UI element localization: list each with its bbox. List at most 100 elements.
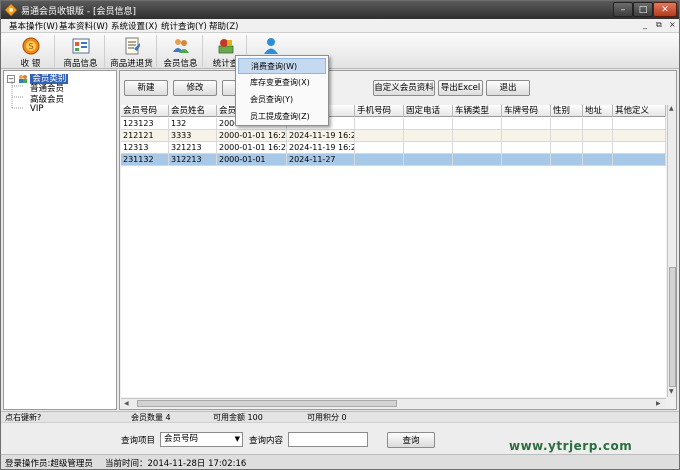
menu-consumption-query[interactable]: 消费查询(W) [238,58,326,74]
title-bar[interactable]: 易通会员收银版 - [会员信息] – □ ✕ [1,1,679,19]
website-watermark: www.ytrjerp.com [509,439,633,453]
cell-address [583,118,613,130]
cell-address [583,130,613,142]
menu-system-settings[interactable]: 系统设置(X) [111,20,157,32]
col-other[interactable]: 其他定义 [613,105,666,117]
menu-basic-data[interactable]: 基本资料(W) [59,20,108,32]
search-item-select[interactable]: 会员号码 ▼ [160,432,243,447]
menu-statistics-query[interactable]: 统计查询(Y) [161,20,207,32]
menu-member-query[interactable]: 会员查询(Y) [238,92,326,108]
app-logo-icon [5,4,17,16]
scroll-right-arrow-icon[interactable]: ▶ [656,400,661,407]
cell-gender [551,154,583,166]
col-plate-no[interactable]: 车牌号码 [502,105,551,117]
menu-basic-ops[interactable]: 基本操作(W) [9,20,58,32]
search-content-input[interactable] [288,432,368,447]
member-info-button[interactable]: 会员信息 [159,35,203,69]
statistics-dropdown-menu: 消费查询(W) 库存变更查询(X) 会员查询(Y) 员工提成查询(Z) [235,55,329,126]
horizontal-scroll-thumb[interactable] [137,400,397,407]
export-excel-button[interactable]: 导出Excel [438,80,483,96]
table-row-selected[interactable]: 231132 312213 2000-01-01 2024-11-27 [121,154,666,166]
cell-plate-no [502,142,551,154]
toolbar: S 收 银 商品信息 商品进退货 会员信息 统计查 [1,33,679,69]
table-header: 会员号码 会员姓名 会员 手机号码 固定电话 车辆类型 车牌号码 性别 地址 其… [121,105,666,117]
cell-member-name: 321213 [169,142,217,154]
tree-item-vip[interactable]: VIP [30,104,43,114]
cell-address [583,154,613,166]
vertical-scrollbar[interactable]: ▲ ▼ [667,105,676,397]
cell-expire-date: 2024-11-19 16:27:57 [289,142,355,154]
custom-member-data-button[interactable]: 自定义会员资料 [373,80,435,96]
mdi-restore-icon[interactable]: ⧉ [656,20,662,30]
menu-help[interactable]: 帮助(Z) [209,20,238,32]
cell-mobile [355,154,404,166]
cashier-button[interactable]: S 收 银 [7,35,55,69]
app-window: 易通会员收银版 - [会员信息] – □ ✕ 基本操作(W) 基本资料(W) 系… [0,0,680,470]
svg-text:S: S [28,42,33,51]
cell-member-name: 132 [169,118,217,130]
cell-phone [404,142,453,154]
table-row[interactable]: 12313 321213 2000-01-01 16:27:57 2024-11… [121,142,666,154]
scroll-left-arrow-icon[interactable]: ◀ [124,400,129,407]
col-gender[interactable]: 性别 [551,105,583,117]
cell-vehicle-type [453,130,502,142]
cell-phone [404,154,453,166]
product-info-label: 商品信息 [63,59,98,69]
search-button[interactable]: 查询 [387,432,435,448]
scroll-down-arrow-icon[interactable]: ▼ [669,388,674,395]
cell-member-no: 231132 [121,154,169,166]
goods-in-out-button[interactable]: 商品进退货 [107,35,157,69]
status-bar: 登录操作员:超级管理员 当前时间：2014-11-28日 17:02:16 [1,454,679,469]
cell-member-name: 312213 [169,154,217,166]
delete-button-partial[interactable] [222,80,236,96]
login-operator: 登录操作员:超级管理员 [5,459,93,469]
member-info-label: 会员信息 [163,59,198,69]
cell-expire-date: 2024-11-27 [287,154,355,166]
mdi-close-icon[interactable]: × [669,20,676,29]
col-mobile[interactable]: 手机号码 [355,105,404,117]
cell-address [583,142,613,154]
col-phone[interactable]: 固定电话 [404,105,453,117]
menu-stock-change-query[interactable]: 库存变更查询(X) [238,75,326,91]
member-table: 会员号码 会员姓名 会员 手机号码 固定电话 车辆类型 车牌号码 性别 地址 其… [121,105,666,397]
menu-bar: 基本操作(W) 基本资料(W) 系统设置(X) 统计查询(Y) 帮助(Z) _ … [1,19,679,33]
search-content-label: 查询内容 [249,436,284,446]
table-row[interactable]: 123123 132 2000 [121,118,666,130]
close-button[interactable]: ✕ [653,2,677,17]
cell-plate-no [502,154,551,166]
cell-expire-date: 2024-11-19 16:27:57 [289,130,355,142]
horizontal-scrollbar[interactable]: ◀ ▶ [121,398,666,408]
mdi-minimize-icon[interactable]: _ [643,20,647,29]
summary-bar: 点右键新? 会员数量 4 可用金额 100 可用积分 0 [1,411,679,422]
member-main-panel: 新建 修改 自定义会员资料 导出Excel 退出 会员号码 会员姓名 会员 手机… [119,70,677,410]
cell-other [613,118,666,130]
col-member-name[interactable]: 会员姓名 [169,105,217,117]
minimize-button[interactable]: – [613,2,633,17]
cell-phone [404,118,453,130]
table-row[interactable]: 212121 3333 2000-01-01 16:27:57 2024-11-… [121,130,666,142]
cell-other [613,154,666,166]
member-category-tree: − 会员类别 普通会员 高级会员 VIP [3,70,117,410]
maximize-button[interactable]: □ [633,2,653,17]
goods-in-out-icon [125,37,140,55]
cell-member-date: 2000-01-01 16:27:57 [219,142,287,154]
new-button[interactable]: 新建 [124,80,168,96]
cell-gender [551,118,583,130]
scroll-up-arrow-icon[interactable]: ▲ [669,105,674,112]
vertical-scroll-thumb[interactable] [669,267,676,387]
product-info-button[interactable]: 商品信息 [57,35,105,69]
cell-member-no: 123123 [121,118,169,130]
cell-other [613,142,666,154]
search-item-label: 查询项目 [121,436,156,446]
col-member-no[interactable]: 会员号码 [121,105,169,117]
col-address[interactable]: 地址 [583,105,613,117]
cashier-icon: S [22,37,39,55]
col-vehicle-type[interactable]: 车辆类型 [453,105,502,117]
cell-member-no: 12313 [121,142,169,154]
cell-mobile [355,118,404,130]
cell-gender [551,130,583,142]
cashier-label: 收 银 [20,59,41,69]
menu-staff-commission-query[interactable]: 员工提成查询(Z) [238,109,326,125]
exit-button[interactable]: 退出 [486,80,530,96]
edit-button[interactable]: 修改 [173,80,217,96]
